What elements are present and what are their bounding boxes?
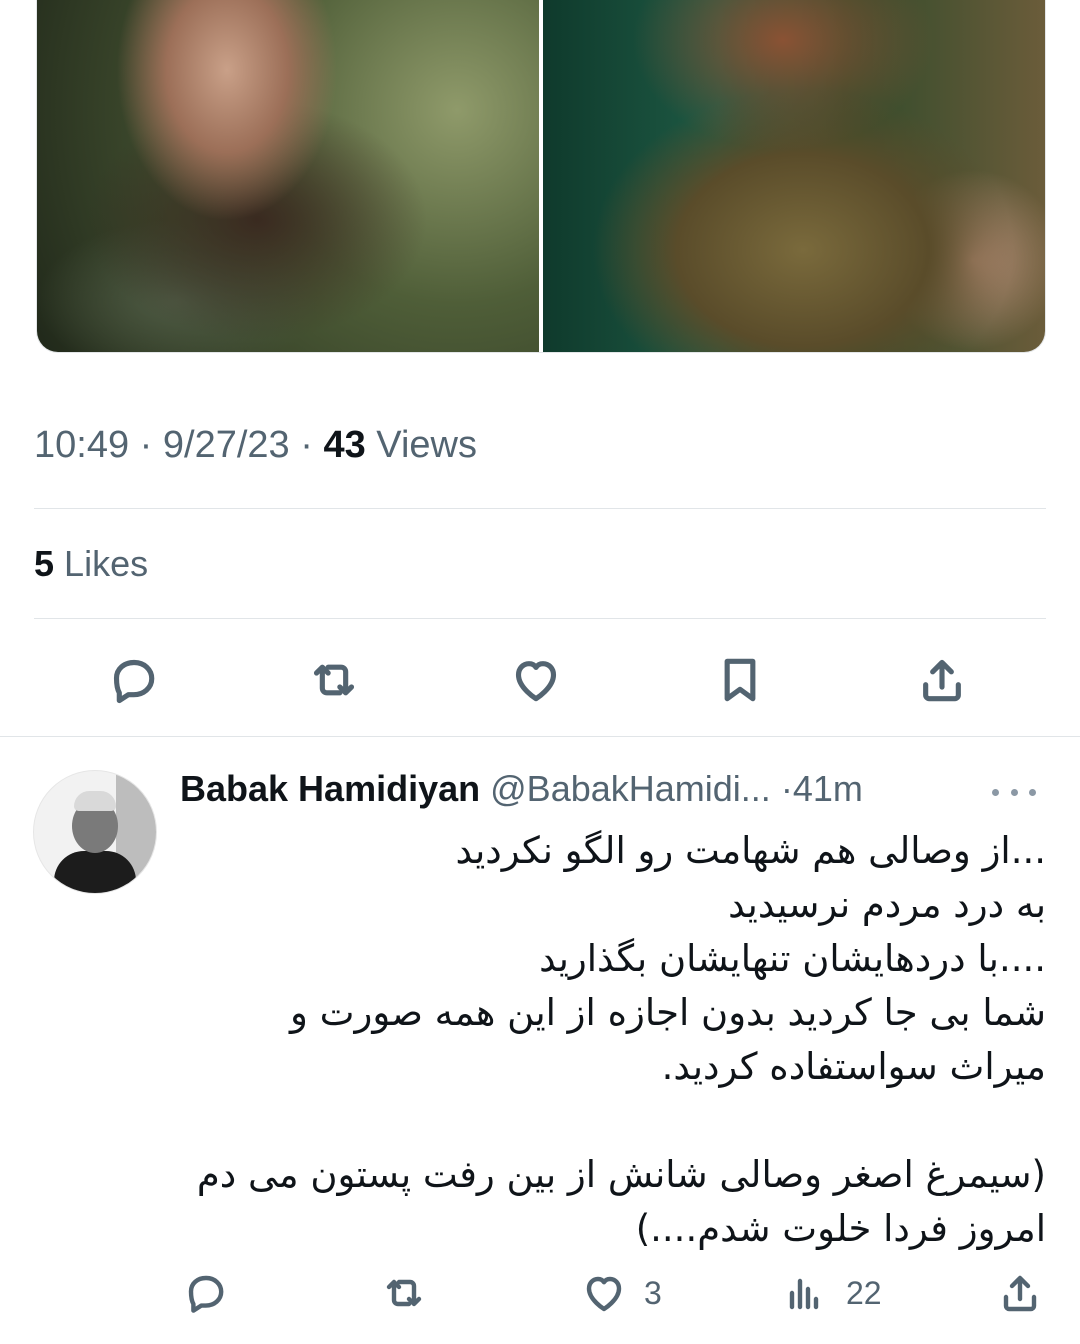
divider xyxy=(0,736,1080,737)
share-icon xyxy=(1003,1275,1037,1312)
text-line: میراث سواستفاده کردید. xyxy=(661,1045,1046,1088)
reply-retweet-button[interactable] xyxy=(380,1258,428,1328)
analytics-icon xyxy=(789,1278,819,1310)
tweet-meta: 10:49 · 9/27/23 · 43 Views xyxy=(34,424,477,467)
reply-views-button[interactable]: 22 xyxy=(782,1258,882,1328)
share-icon xyxy=(923,659,961,702)
tweet-action-bar xyxy=(0,640,1080,720)
tweet-media[interactable] xyxy=(36,0,1046,353)
reply-icon xyxy=(188,1275,224,1313)
text-line: به درد مردم نرسیدید xyxy=(728,883,1046,926)
more-options-button[interactable] xyxy=(992,770,1036,814)
divider xyxy=(34,508,1046,509)
retweet-icon xyxy=(313,664,355,696)
views-count: 43 xyxy=(323,424,366,466)
reply-like-button[interactable]: 3 xyxy=(580,1258,662,1328)
meta-separator: · xyxy=(139,424,153,466)
header-separator: · xyxy=(780,768,793,809)
reply-header: Babak Hamidiyan @BabakHamidi... ·41m xyxy=(180,768,1040,818)
meta-separator: · xyxy=(300,424,313,466)
more-dot-icon xyxy=(1010,788,1018,796)
text-line-blank xyxy=(186,1094,1046,1148)
likes-label: Likes xyxy=(64,543,149,584)
likes-count: 5 xyxy=(34,543,55,584)
avatar[interactable] xyxy=(33,770,157,894)
reply-button[interactable] xyxy=(94,640,174,720)
retweet-button[interactable] xyxy=(294,640,374,720)
retweet-icon xyxy=(386,1279,422,1307)
tweet-time[interactable]: 10:49 xyxy=(34,424,129,466)
tweet-date[interactable]: 9/27/23 xyxy=(163,424,290,466)
media-photo-right[interactable] xyxy=(543,0,1045,352)
reply-text: ...از وصالی هم شهامت رو الگو نکردید به د… xyxy=(186,824,1046,1256)
text-line: ...از وصالی هم شهامت رو الگو نکردید xyxy=(455,829,1046,872)
display-name[interactable]: Babak Hamidiyan xyxy=(180,768,480,809)
reply-reply-button[interactable] xyxy=(182,1258,230,1328)
text-line: امروز فردا خلوت شدم....) xyxy=(635,1207,1046,1250)
views-label: Views xyxy=(376,424,477,466)
heart-icon xyxy=(586,1276,622,1312)
bookmark-button[interactable] xyxy=(700,640,780,720)
media-photo-left[interactable] xyxy=(37,0,539,352)
reply-like-count: 3 xyxy=(644,1274,662,1311)
text-line: ....با دردهایشان تنهایشان بگذارید xyxy=(539,937,1046,980)
more-dot-icon xyxy=(1029,788,1036,796)
bookmark-icon xyxy=(724,658,756,702)
share-button[interactable] xyxy=(902,640,982,720)
user-handle[interactable]: @BabakHamidi... xyxy=(490,768,771,809)
likes-stat[interactable]: 5 Likes xyxy=(34,543,148,585)
heart-icon xyxy=(515,661,557,702)
reply-share-button[interactable] xyxy=(996,1258,1044,1328)
reply-action-bar: 3 22 xyxy=(0,1258,1080,1328)
like-button[interactable] xyxy=(496,640,576,720)
text-line: شما بی جا کردید بدون اجازه از این همه صو… xyxy=(290,991,1046,1034)
reply-time[interactable]: 41m xyxy=(793,768,863,809)
divider xyxy=(34,618,1046,619)
reply-view-count: 22 xyxy=(846,1274,882,1311)
text-line: (سیمرغ اصغر وصالی شانش از بین رفت پستون … xyxy=(196,1153,1046,1196)
more-dot-icon xyxy=(992,788,999,796)
reply-icon xyxy=(113,659,155,704)
reply-tweet[interactable]: Babak Hamidiyan @BabakHamidi... ·41m ...… xyxy=(0,738,1080,1344)
